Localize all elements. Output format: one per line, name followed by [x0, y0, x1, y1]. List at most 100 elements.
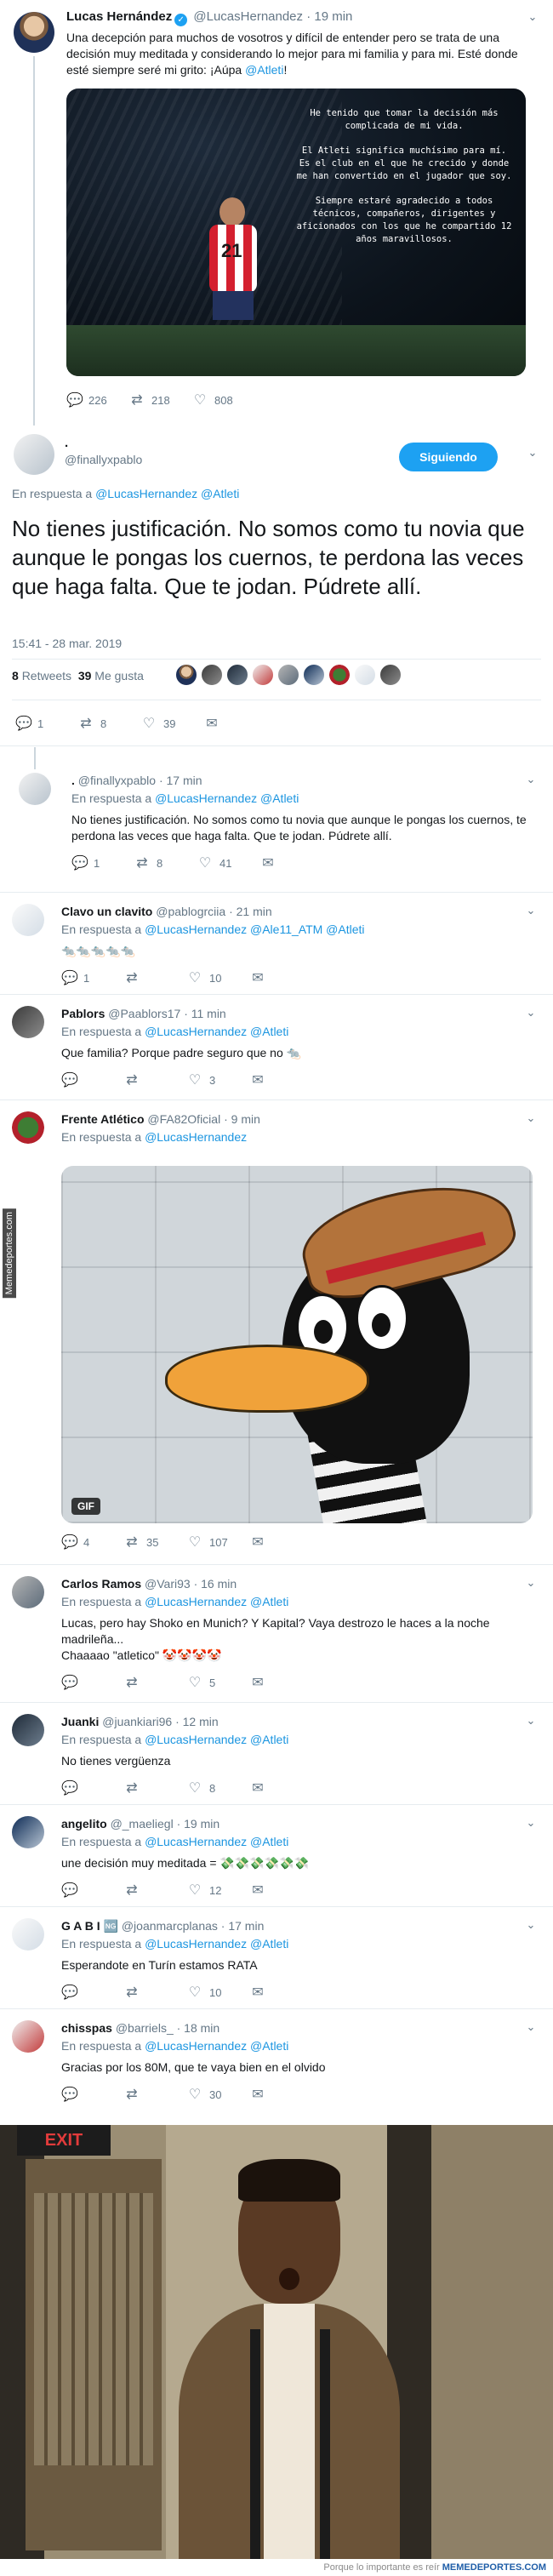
like-stat-label[interactable]: Me gusta [94, 669, 144, 683]
message-button[interactable]: ✉ [204, 715, 267, 732]
author-name[interactable]: Lucas Hernández [66, 9, 172, 24]
author-name[interactable]: Frente Atlético [61, 1112, 145, 1126]
retweet-button[interactable]: ⇄ 8 [78, 715, 141, 732]
credit-brand[interactable]: MEMEDEPORTES.COM [442, 2562, 546, 2573]
following-button[interactable]: Siguiendo [399, 443, 498, 471]
like-button[interactable]: ♡ 39 [141, 715, 204, 732]
reply-button[interactable]: 💬 226 [66, 391, 129, 408]
author-name[interactable]: chisspas [61, 2021, 112, 2035]
retweet-button[interactable]: ⇄ [124, 969, 187, 986]
author-handle[interactable]: @juankiari96 [102, 1715, 172, 1728]
retweet-stat-label[interactable]: Retweets [22, 669, 71, 683]
avatar[interactable] [14, 434, 54, 475]
like-button[interactable]: ♡ 808 [192, 391, 255, 408]
author-handle[interactable]: @pablogrciia [156, 905, 225, 918]
tweet-date[interactable]: 15:41 - 28 mar. 2019 [12, 637, 122, 650]
avatar[interactable] [12, 1006, 44, 1038]
reply-button[interactable]: 💬 4 [61, 1534, 124, 1551]
author-handle[interactable]: @Vari93 [145, 1577, 191, 1591]
avatar[interactable] [12, 1111, 44, 1144]
author-name[interactable]: Juanki [61, 1715, 99, 1728]
retweet-button[interactable]: ⇄ 8 [134, 854, 197, 871]
author-handle[interactable]: @FA82Oficial [147, 1112, 220, 1126]
retweet-button[interactable]: ⇄ [124, 1882, 187, 1899]
retweet-button[interactable]: ⇄ 218 [129, 391, 192, 408]
author-handle[interactable]: @finallyxpablo [65, 453, 142, 466]
reply-mentions[interactable]: @LucasHernandez @Atleti [145, 1835, 288, 1848]
avatar[interactable] [12, 1816, 44, 1848]
original-tweet[interactable]: Lucas Hernández ✓ @LucasHernandez · 19 mi… [0, 0, 553, 426]
author-handle[interactable]: @Paablors17 [108, 1007, 180, 1020]
reply-mentions[interactable]: @LucasHernandez @Atleti [145, 1595, 288, 1608]
retweet-button[interactable]: ⇄ [124, 1674, 187, 1691]
reply-mentions[interactable]: @LucasHernandez @Atleti [145, 1025, 288, 1038]
reply-mentions[interactable]: @LucasHernandez @Atleti [145, 2039, 288, 2053]
reply-mentions[interactable]: @LucasHernandez @Atleti [95, 487, 239, 500]
message-button[interactable]: ✉ [250, 1674, 313, 1691]
reply-time[interactable]: · 12 min [175, 1715, 219, 1728]
liker-avatar[interactable] [379, 664, 402, 686]
author-name[interactable]: . [65, 436, 68, 450]
liker-avatar[interactable] [354, 664, 376, 686]
author-handle[interactable]: @LucasHernandez [193, 9, 303, 24]
reply-button[interactable]: 💬 [61, 1779, 124, 1796]
chevron-down-icon[interactable]: ⌄ [524, 904, 538, 917]
liker-avatar[interactable] [226, 664, 248, 686]
like-button[interactable]: ♡ 12 [187, 1882, 250, 1899]
reply-time[interactable]: · 11 min [184, 1007, 226, 1020]
author-handle[interactable]: @_maeliegl [111, 1817, 174, 1831]
chevron-down-icon[interactable]: ⌄ [524, 1576, 538, 1590]
liker-avatar[interactable] [175, 664, 197, 686]
like-button[interactable]: ♡ 8 [187, 1779, 250, 1796]
author-handle[interactable]: @joanmarcplanas [122, 1919, 218, 1933]
avatar[interactable] [12, 1576, 44, 1608]
reply-mentions[interactable]: @LucasHernandez @Atleti [155, 791, 299, 805]
avatar[interactable] [19, 773, 51, 805]
message-button[interactable]: ✉ [260, 854, 323, 871]
reply-mentions[interactable]: @LucasHernandez @Atleti [145, 1733, 288, 1746]
avatar[interactable] [12, 2020, 44, 2053]
message-button[interactable]: ✉ [250, 1534, 313, 1551]
like-button[interactable]: ♡ 10 [187, 969, 250, 986]
message-button[interactable]: ✉ [250, 1071, 313, 1088]
gif-media[interactable]: GIF [61, 1166, 533, 1523]
chevron-down-icon[interactable]: ⌄ [524, 1111, 538, 1125]
retweet-button[interactable]: ⇄ [124, 1779, 187, 1796]
author-name[interactable]: angelito [61, 1817, 107, 1831]
like-button[interactable]: ♡ 10 [187, 1984, 250, 2001]
like-button[interactable]: ♡ 30 [187, 2086, 250, 2103]
author-name[interactable]: G A B I 🆖 [61, 1919, 118, 1933]
liker-avatar[interactable] [277, 664, 299, 686]
author-name[interactable]: Clavo un clavito [61, 905, 152, 918]
avatar[interactable] [12, 904, 44, 936]
author-handle[interactable]: @barriels_ [116, 2021, 174, 2035]
liker-avatar[interactable] [252, 664, 274, 686]
focused-tweet[interactable]: . @finallyxpablo Siguiendo ⌄ En respuest… [0, 426, 553, 746]
like-button[interactable]: ♡ 41 [197, 854, 260, 871]
author-name[interactable]: . [71, 774, 75, 787]
reply-time[interactable]: · 9 min [224, 1112, 260, 1126]
chevron-down-icon[interactable]: ⌄ [524, 773, 538, 786]
chevron-down-icon[interactable]: ⌄ [526, 446, 539, 460]
reply-button[interactable]: 💬 1 [61, 969, 124, 986]
avatar[interactable] [12, 1918, 44, 1951]
chevron-down-icon[interactable]: ⌄ [524, 1816, 538, 1830]
liker-avatar[interactable] [201, 664, 223, 686]
chevron-down-icon[interactable]: ⌄ [524, 1918, 538, 1932]
reply-time[interactable]: · 21 min [229, 905, 272, 918]
mention-link[interactable]: @Atleti [245, 63, 283, 77]
message-button[interactable]: ✉ [250, 1882, 313, 1899]
like-button[interactable]: ♡ 5 [187, 1674, 250, 1691]
avatar[interactable] [12, 1714, 44, 1746]
chevron-down-icon[interactable]: ⌄ [526, 10, 539, 24]
tweet-time[interactable]: · 19 min [306, 9, 352, 24]
reply-button[interactable]: 💬 1 [71, 854, 134, 871]
reply-button[interactable]: 💬 [61, 1984, 124, 2001]
chevron-down-icon[interactable]: ⌄ [524, 2020, 538, 2034]
reply-button[interactable]: 💬 [61, 1071, 124, 1088]
reply-time[interactable]: · 17 min [221, 1919, 265, 1933]
retweet-button[interactable]: ⇄ 35 [124, 1534, 187, 1551]
liker-avatar[interactable] [328, 664, 351, 686]
like-stat-count[interactable]: 39 [78, 669, 92, 683]
retweet-button[interactable]: ⇄ [124, 1984, 187, 2001]
